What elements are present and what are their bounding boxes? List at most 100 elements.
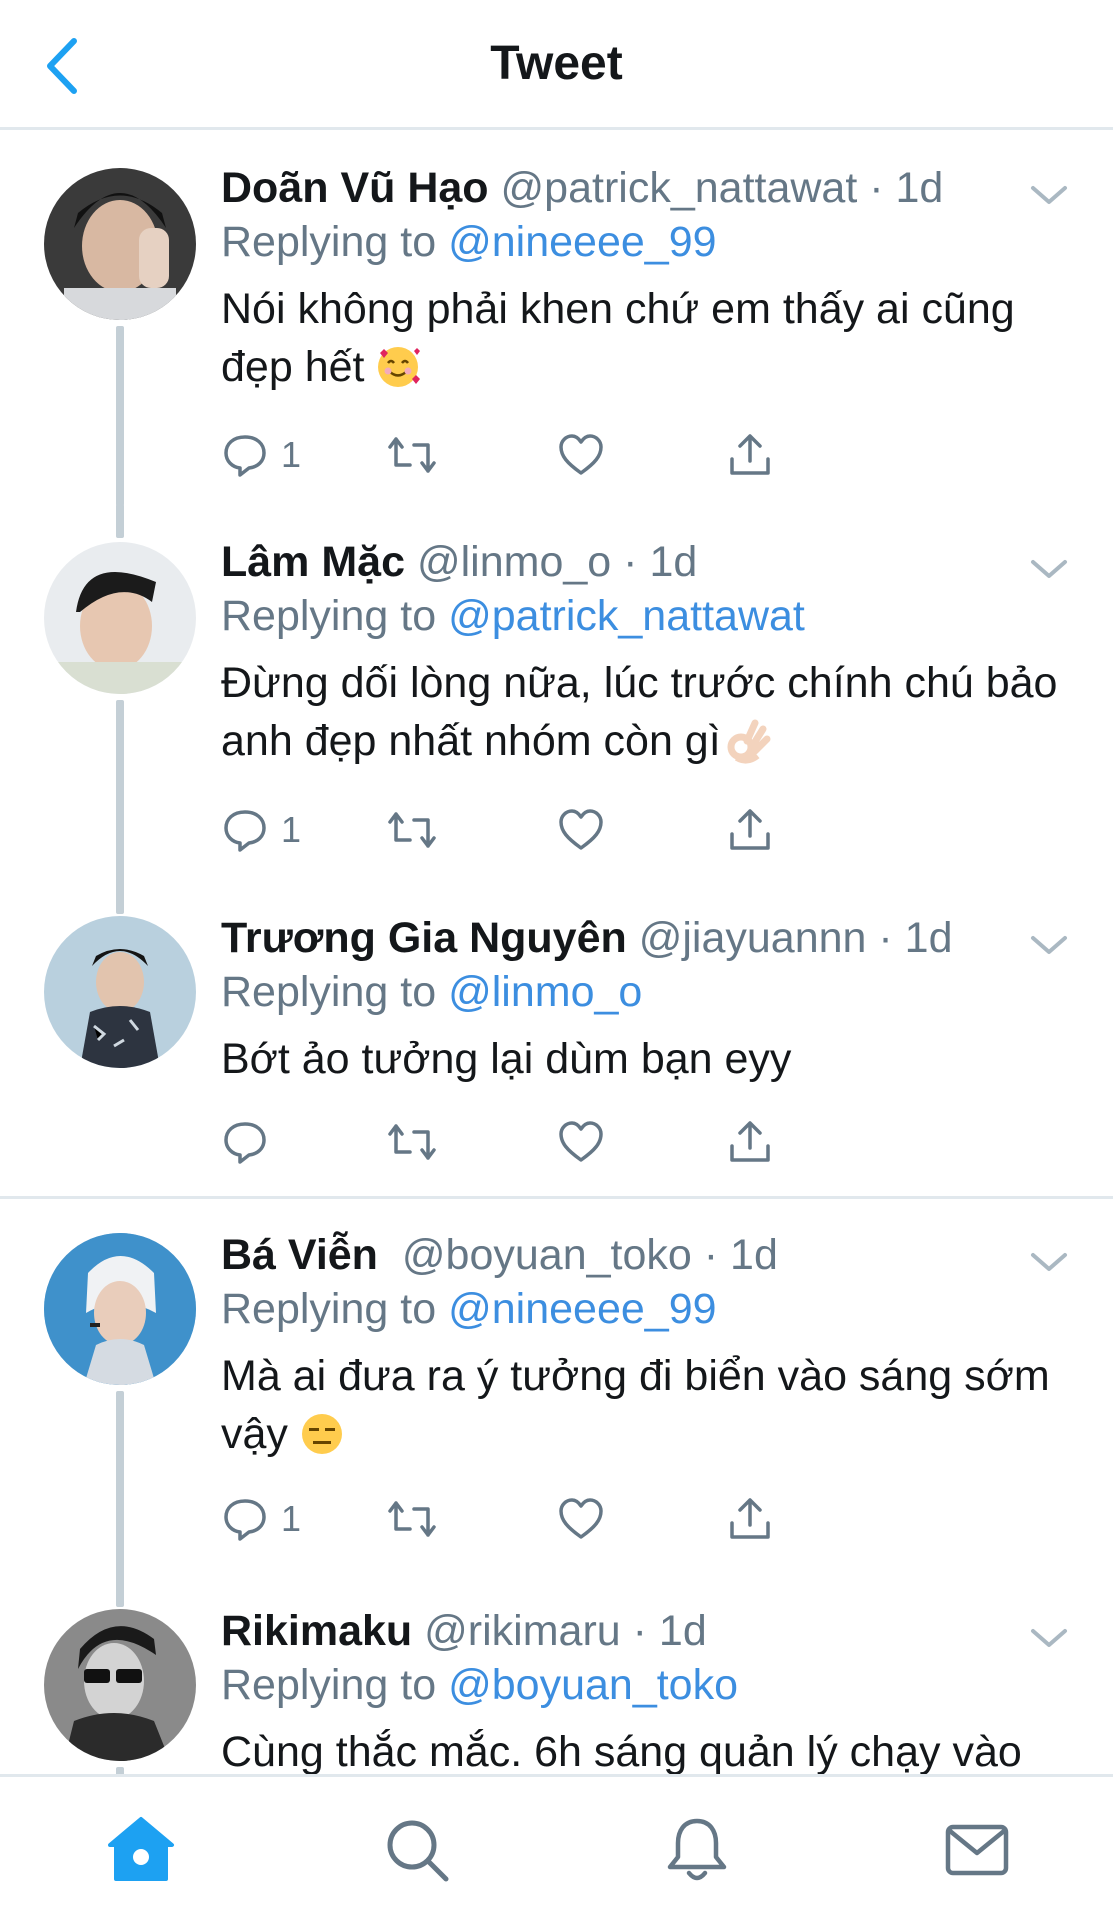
separator-dot: · bbox=[611, 538, 650, 586]
replying-to-label: Replying to bbox=[221, 592, 437, 640]
expressionless-face-icon bbox=[298, 1410, 346, 1473]
replying-to: Replying to @linmo_o bbox=[221, 964, 1073, 1020]
share-button[interactable] bbox=[726, 1489, 774, 1549]
retweet-icon bbox=[388, 1124, 436, 1160]
separator-dot: · bbox=[691, 1231, 731, 1279]
tab-messages[interactable] bbox=[942, 1815, 1012, 1885]
tweet-header: Doãn Vũ Hạo @patrick_nattawat · 1d bbox=[221, 162, 1073, 214]
bell-icon bbox=[667, 1818, 727, 1881]
avatar[interactable] bbox=[44, 542, 196, 694]
thread-line bbox=[116, 1577, 124, 1607]
replying-to: Replying to @boyuan_toko bbox=[221, 1657, 1073, 1713]
retweet-button[interactable] bbox=[386, 1112, 438, 1172]
page-title: Tweet bbox=[490, 37, 623, 90]
timestamp[interactable]: 1d bbox=[730, 1231, 778, 1279]
thread-line bbox=[116, 700, 124, 890]
tab-home[interactable] bbox=[106, 1815, 176, 1885]
chevron-down-icon[interactable] bbox=[1029, 180, 1069, 210]
top-bar: Tweet bbox=[0, 0, 1113, 130]
chevron-down-icon[interactable] bbox=[1029, 1623, 1069, 1653]
display-name[interactable]: Rikimaku bbox=[221, 1607, 412, 1655]
user-handle[interactable]: @jiayuannn bbox=[639, 914, 867, 962]
timestamp[interactable]: 1d bbox=[896, 164, 944, 212]
tweet-body: Bớt ảo tưởng lại dùm bạn eyy bbox=[221, 1035, 792, 1083]
reply-count: 1 bbox=[281, 434, 302, 475]
replying-to-mention[interactable]: @patrick_nattawat bbox=[448, 592, 805, 640]
like-button[interactable] bbox=[557, 1489, 605, 1549]
reply-icon bbox=[224, 1122, 266, 1164]
replying-to-label: Replying to bbox=[221, 1285, 437, 1333]
replying-to: Replying to @patrick_nattawat bbox=[221, 588, 1073, 644]
retweet-button[interactable] bbox=[386, 800, 438, 860]
heart-icon bbox=[559, 1498, 603, 1539]
user-handle[interactable]: @boyuan_toko bbox=[402, 1231, 692, 1279]
replying-to: Replying to @nineeee_99 bbox=[221, 214, 1073, 270]
share-button[interactable] bbox=[726, 800, 774, 860]
user-handle[interactable]: @patrick_nattawat bbox=[501, 164, 858, 212]
reply-button[interactable] bbox=[221, 1112, 281, 1172]
display-name[interactable]: Bá Viễn bbox=[221, 1231, 378, 1279]
timestamp[interactable]: 1d bbox=[649, 538, 697, 586]
tweet-body: Nói không phải khen chứ em thấy ai cũng … bbox=[221, 285, 1015, 391]
replying-to-label: Replying to bbox=[221, 968, 437, 1016]
separator-dot: · bbox=[857, 164, 896, 212]
like-button[interactable] bbox=[557, 425, 605, 485]
share-button[interactable] bbox=[726, 425, 774, 485]
separator-dot: · bbox=[620, 1607, 659, 1655]
tweet-header: Trương Gia Nguyên @jiayuannn · 1d bbox=[221, 912, 1073, 964]
retweet-icon bbox=[388, 437, 436, 473]
tab-notifications[interactable] bbox=[662, 1815, 732, 1885]
tweet[interactable]: Rikimaku @rikimaru · 1d Replying to @boy… bbox=[0, 1577, 1113, 1774]
reply-button[interactable]: 1 bbox=[221, 800, 301, 860]
thread-line bbox=[116, 1767, 124, 1774]
share-icon bbox=[730, 1121, 770, 1162]
reply-count: 1 bbox=[281, 809, 302, 850]
replying-to-mention[interactable]: @nineeee_99 bbox=[448, 1285, 716, 1333]
tweet-text: Cùng thắc mắc. 6h sáng quản lý chạy vào bbox=[221, 1723, 1073, 1774]
reply-button[interactable]: 1 bbox=[221, 1489, 301, 1549]
replying-to-mention[interactable]: @nineeee_99 bbox=[448, 218, 716, 266]
chevron-down-icon[interactable] bbox=[1029, 930, 1069, 960]
chevron-down-icon[interactable] bbox=[1029, 1247, 1069, 1277]
chevron-down-icon[interactable] bbox=[1029, 554, 1069, 584]
tab-search[interactable] bbox=[382, 1815, 452, 1885]
retweet-button[interactable] bbox=[386, 425, 438, 485]
user-handle[interactable]: @linmo_o bbox=[417, 538, 611, 586]
tweet-text: Mà ai đưa ra ý tưởng đi biển vào sáng sớ… bbox=[221, 1347, 1073, 1473]
thread-line bbox=[116, 884, 124, 914]
timestamp[interactable]: 1d bbox=[905, 914, 953, 962]
like-button[interactable] bbox=[557, 800, 605, 860]
tweet-actions: 1 bbox=[221, 800, 921, 860]
thread-line bbox=[116, 504, 124, 538]
user-handle[interactable]: @rikimaru bbox=[424, 1607, 621, 1655]
replying-to: Replying to @nineeee_99 bbox=[221, 1281, 1073, 1337]
replying-to-mention[interactable]: @boyuan_toko bbox=[448, 1661, 738, 1709]
replying-to-label: Replying to bbox=[221, 1661, 437, 1709]
retweet-button[interactable] bbox=[386, 1489, 438, 1549]
avatar[interactable] bbox=[44, 1233, 196, 1385]
tweet-actions: 1 bbox=[221, 425, 921, 485]
tweet[interactable]: Doãn Vũ Hạo @patrick_nattawat · 1d Reply… bbox=[0, 130, 1113, 506]
share-icon bbox=[730, 434, 770, 475]
replying-to-mention[interactable]: @linmo_o bbox=[448, 968, 642, 1016]
reply-icon bbox=[224, 810, 266, 852]
retweet-icon bbox=[388, 812, 436, 848]
tweet[interactable]: Bá Viễn @boyuan_toko · 1d Replying to @n… bbox=[0, 1199, 1113, 1581]
timestamp[interactable]: 1d bbox=[659, 1607, 707, 1655]
tweet-header: Rikimaku @rikimaru · 1d bbox=[221, 1605, 1073, 1657]
display-name[interactable]: Trương Gia Nguyên bbox=[221, 914, 627, 962]
tweet-text: Nói không phải khen chứ em thấy ai cũng … bbox=[221, 280, 1073, 406]
share-icon bbox=[730, 1498, 770, 1539]
avatar[interactable] bbox=[44, 916, 196, 1068]
like-button[interactable] bbox=[557, 1112, 605, 1172]
tweet[interactable]: Lâm Mặc @linmo_o · 1d Replying to @patri… bbox=[0, 504, 1113, 890]
reply-button[interactable]: 1 bbox=[221, 425, 301, 485]
share-button[interactable] bbox=[726, 1112, 774, 1172]
display-name[interactable]: Lâm Mặc bbox=[221, 538, 405, 586]
avatar[interactable] bbox=[44, 168, 196, 320]
bottom-tab-bar bbox=[0, 1774, 1113, 1920]
tweet[interactable]: Trương Gia Nguyên @jiayuannn · 1d Replyi… bbox=[0, 884, 1113, 1214]
share-icon bbox=[730, 809, 770, 850]
display-name[interactable]: Doãn Vũ Hạo bbox=[221, 164, 489, 212]
avatar[interactable] bbox=[44, 1609, 196, 1761]
